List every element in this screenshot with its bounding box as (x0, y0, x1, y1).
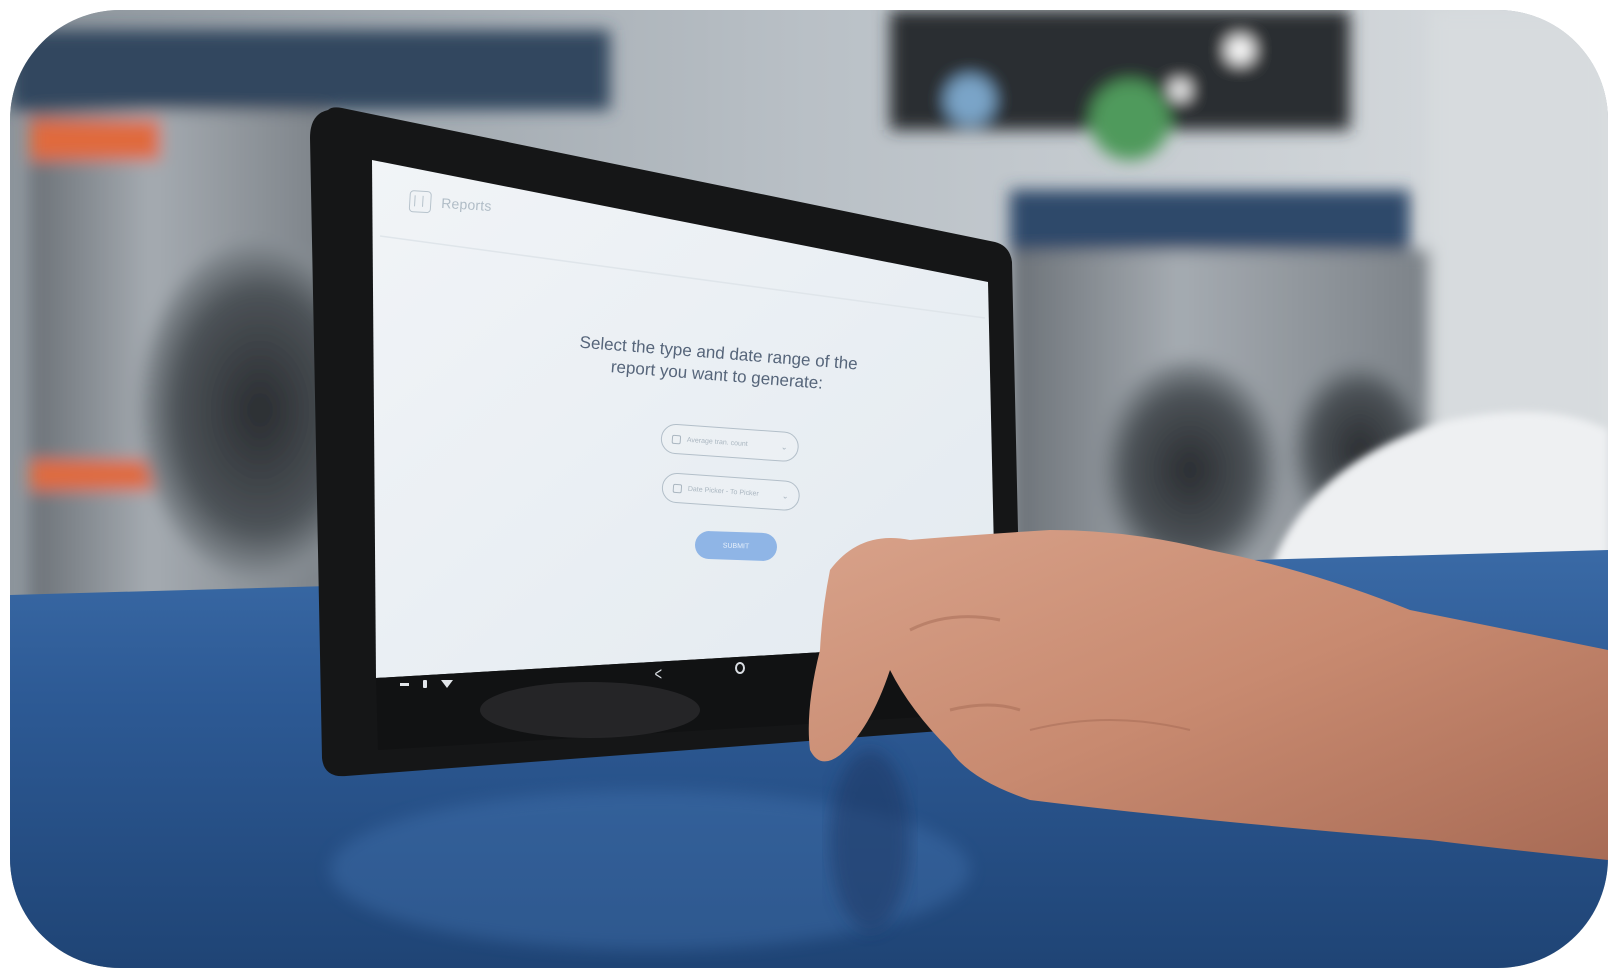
chevron-down-icon: ⌄ (781, 490, 789, 501)
page-title: Reports (440, 194, 493, 214)
minus-icon (400, 682, 409, 686)
report-type-value: Average tran. count (686, 436, 748, 448)
status-bar (400, 680, 453, 688)
battery-icon (423, 680, 427, 688)
submit-button[interactable]: SUBMIT (694, 530, 778, 562)
calendar-icon (672, 483, 683, 493)
date-range-value: Date Picker - To Picker (687, 485, 760, 498)
chevron-down-icon: ⌄ (780, 441, 788, 452)
laundromat-photo (10, 10, 1608, 968)
wifi-icon (441, 680, 453, 688)
reports-icon (408, 190, 432, 214)
photo-frame: Reports Select the type and date range o… (10, 10, 1608, 968)
home-nav-icon[interactable] (735, 662, 745, 674)
report-type-icon (671, 434, 682, 444)
back-nav-icon[interactable]: < (655, 664, 662, 685)
